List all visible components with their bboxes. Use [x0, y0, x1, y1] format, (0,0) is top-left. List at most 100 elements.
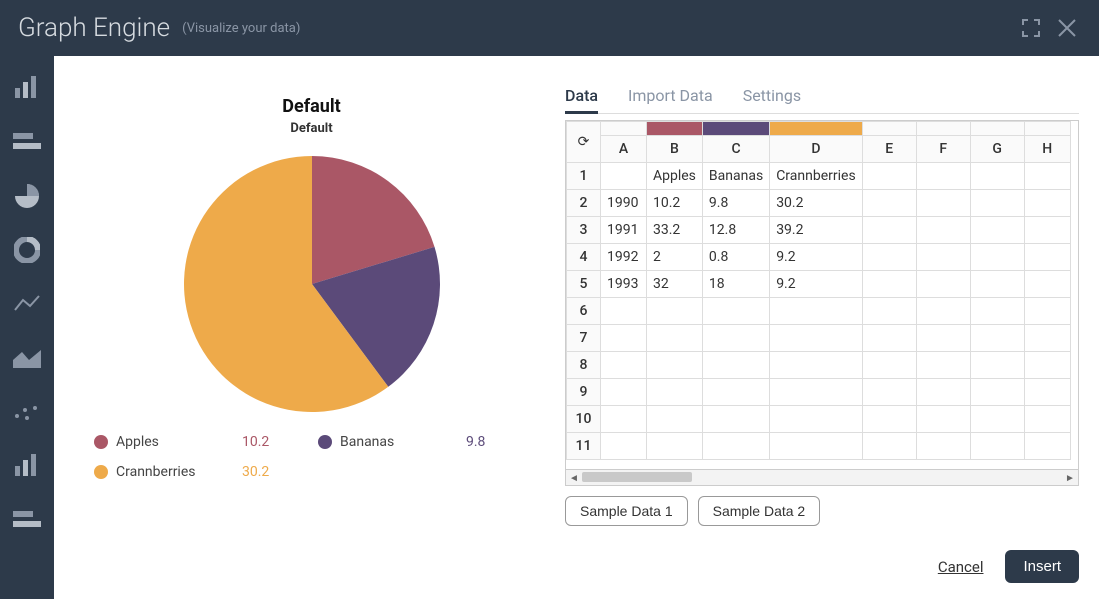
cell[interactable]: 39.2 — [770, 217, 863, 244]
cell[interactable]: 9.2 — [770, 244, 863, 271]
col-header-A[interactable]: A — [601, 136, 647, 163]
cell[interactable] — [970, 325, 1024, 352]
cell[interactable] — [916, 325, 970, 352]
cell[interactable] — [970, 298, 1024, 325]
cell[interactable] — [1024, 406, 1070, 433]
cell[interactable] — [970, 352, 1024, 379]
refresh-button[interactable]: ⟳ — [567, 122, 601, 163]
cell[interactable] — [770, 379, 863, 406]
cell[interactable] — [647, 406, 703, 433]
cell[interactable] — [916, 163, 970, 190]
col-header-B[interactable]: B — [647, 136, 703, 163]
cell[interactable] — [702, 379, 769, 406]
row-header[interactable]: 1 — [567, 163, 601, 190]
row-header[interactable]: 4 — [567, 244, 601, 271]
cell[interactable]: Bananas — [702, 163, 769, 190]
cell[interactable] — [916, 352, 970, 379]
cell[interactable] — [647, 433, 703, 460]
cell[interactable] — [601, 433, 647, 460]
cell[interactable] — [916, 298, 970, 325]
col-header-F[interactable]: F — [916, 136, 970, 163]
col-header-G[interactable]: G — [970, 136, 1024, 163]
row-header[interactable]: 6 — [567, 298, 601, 325]
sidebar-stacked-bar-icon[interactable] — [11, 128, 43, 156]
sidebar-pie-icon[interactable] — [11, 182, 43, 210]
sidebar-bar-chart-icon[interactable] — [11, 74, 43, 102]
cell[interactable]: Apples — [647, 163, 703, 190]
col-header-H[interactable]: H — [1024, 136, 1070, 163]
row-header[interactable]: 9 — [567, 379, 601, 406]
cell[interactable] — [1024, 352, 1070, 379]
cell[interactable] — [601, 406, 647, 433]
cell[interactable] — [1024, 433, 1070, 460]
cell[interactable]: 10.2 — [647, 190, 703, 217]
cell[interactable] — [970, 271, 1024, 298]
cell[interactable] — [702, 433, 769, 460]
cell[interactable] — [702, 352, 769, 379]
tab-settings[interactable]: Settings — [743, 86, 801, 105]
cell[interactable]: 2 — [647, 244, 703, 271]
row-header[interactable]: 7 — [567, 325, 601, 352]
row-header[interactable]: 8 — [567, 352, 601, 379]
cell[interactable]: 1990 — [601, 190, 647, 217]
cell[interactable] — [1024, 298, 1070, 325]
cell[interactable] — [862, 271, 916, 298]
sidebar-donut-icon[interactable] — [11, 236, 43, 264]
cell[interactable] — [1024, 244, 1070, 271]
sidebar-stacked-bar-2-icon[interactable] — [11, 506, 43, 534]
cell[interactable] — [862, 244, 916, 271]
cell[interactable] — [601, 325, 647, 352]
cell[interactable]: 18 — [702, 271, 769, 298]
refresh-icon[interactable]: ⟳ — [578, 134, 590, 150]
row-header[interactable]: 2 — [567, 190, 601, 217]
cell[interactable]: 1992 — [601, 244, 647, 271]
cell[interactable] — [862, 163, 916, 190]
cell[interactable] — [770, 325, 863, 352]
cell[interactable] — [1024, 379, 1070, 406]
cell[interactable]: 1991 — [601, 217, 647, 244]
cell[interactable]: 0.8 — [702, 244, 769, 271]
cell[interactable] — [770, 298, 863, 325]
insert-button[interactable]: Insert — [1005, 550, 1079, 583]
cell[interactable] — [862, 406, 916, 433]
cell[interactable]: 30.2 — [770, 190, 863, 217]
cell[interactable] — [647, 379, 703, 406]
cell[interactable] — [862, 190, 916, 217]
cell[interactable] — [770, 352, 863, 379]
cell[interactable] — [862, 217, 916, 244]
sidebar-line-icon[interactable] — [11, 290, 43, 318]
cell[interactable] — [862, 379, 916, 406]
cell[interactable] — [647, 325, 703, 352]
cell[interactable] — [1024, 163, 1070, 190]
cell[interactable] — [601, 163, 647, 190]
cell[interactable]: 33.2 — [647, 217, 703, 244]
sidebar-bar-chart-2-icon[interactable] — [11, 452, 43, 480]
row-header[interactable]: 3 — [567, 217, 601, 244]
cell[interactable] — [970, 406, 1024, 433]
cell[interactable]: 9.2 — [770, 271, 863, 298]
cell[interactable] — [1024, 271, 1070, 298]
cell[interactable] — [916, 379, 970, 406]
row-header[interactable]: 5 — [567, 271, 601, 298]
cell[interactable] — [1024, 217, 1070, 244]
cell[interactable] — [916, 271, 970, 298]
cell[interactable] — [770, 406, 863, 433]
spreadsheet[interactable]: ⟳ABCDEFGH1ApplesBananasCrannberries21990… — [565, 120, 1079, 470]
sample-data-2-button[interactable]: Sample Data 2 — [698, 496, 821, 526]
cell[interactable] — [916, 433, 970, 460]
cell[interactable] — [970, 433, 1024, 460]
cell[interactable] — [647, 298, 703, 325]
cancel-link[interactable]: Cancel — [938, 558, 984, 576]
sidebar-area-icon[interactable] — [11, 344, 43, 372]
cell[interactable] — [601, 352, 647, 379]
cell[interactable] — [862, 433, 916, 460]
scroll-right-icon[interactable]: ► — [1062, 470, 1078, 486]
cell[interactable]: 32 — [647, 271, 703, 298]
cell[interactable] — [970, 244, 1024, 271]
cell[interactable] — [702, 325, 769, 352]
cell[interactable] — [970, 163, 1024, 190]
cell[interactable] — [647, 352, 703, 379]
cell[interactable]: 12.8 — [702, 217, 769, 244]
tab-import-data[interactable]: Import Data — [628, 86, 713, 105]
cell[interactable] — [970, 379, 1024, 406]
